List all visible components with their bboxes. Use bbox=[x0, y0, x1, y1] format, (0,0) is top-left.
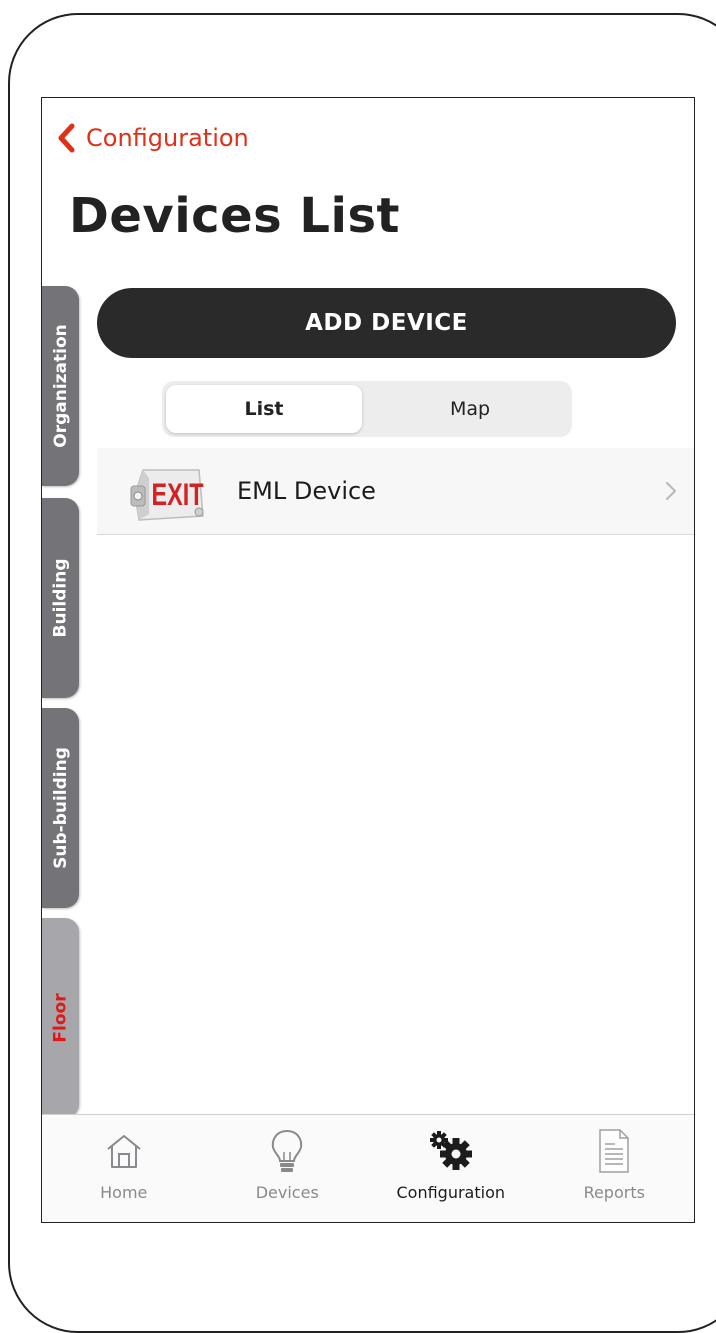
tab-label: Reports bbox=[583, 1183, 645, 1202]
tab-label: Devices bbox=[255, 1183, 319, 1202]
gears-icon bbox=[426, 1125, 476, 1177]
add-device-button[interactable]: ADD DEVICE bbox=[97, 288, 676, 358]
side-tab-label: Building bbox=[50, 558, 71, 638]
chevron-right-icon bbox=[664, 480, 678, 502]
side-tab-sub-building[interactable]: Sub-building bbox=[42, 708, 79, 908]
side-tab-label: Sub-building bbox=[50, 747, 71, 869]
home-icon bbox=[99, 1125, 149, 1177]
side-tab-label: Floor bbox=[50, 993, 71, 1043]
device-name: EML Device bbox=[237, 477, 376, 505]
lightbulb-icon bbox=[262, 1125, 312, 1177]
tab-configuration[interactable]: Configuration bbox=[369, 1115, 533, 1222]
chevron-left-icon bbox=[56, 122, 80, 154]
side-tab-organization[interactable]: Organization bbox=[42, 286, 79, 486]
side-tab-label: Organization bbox=[50, 324, 71, 448]
tab-home[interactable]: Home bbox=[42, 1115, 206, 1222]
tab-reports[interactable]: Reports bbox=[533, 1115, 695, 1222]
app-screen: Configuration Devices List Organization … bbox=[41, 97, 695, 1223]
back-label: Configuration bbox=[86, 124, 249, 152]
back-button[interactable]: Configuration bbox=[56, 120, 249, 156]
view-toggle: List Map bbox=[162, 381, 572, 437]
exit-sign-text: EXIT bbox=[152, 477, 204, 512]
side-tab-floor[interactable]: Floor bbox=[42, 918, 79, 1118]
exit-sign-icon: EXIT bbox=[129, 456, 209, 526]
page-title: Devices List bbox=[69, 188, 400, 244]
bottom-tab-bar: Home Devices Configuration Reports bbox=[42, 1114, 695, 1222]
tab-devices[interactable]: Devices bbox=[206, 1115, 370, 1222]
map-view-option[interactable]: Map bbox=[372, 385, 568, 433]
device-list-item[interactable]: EXIT EML Device bbox=[97, 448, 694, 535]
list-view-option[interactable]: List bbox=[166, 385, 362, 433]
tab-label: Home bbox=[100, 1183, 148, 1202]
tab-label: Configuration bbox=[396, 1183, 505, 1202]
report-icon bbox=[589, 1125, 639, 1177]
side-tab-building[interactable]: Building bbox=[42, 498, 79, 698]
